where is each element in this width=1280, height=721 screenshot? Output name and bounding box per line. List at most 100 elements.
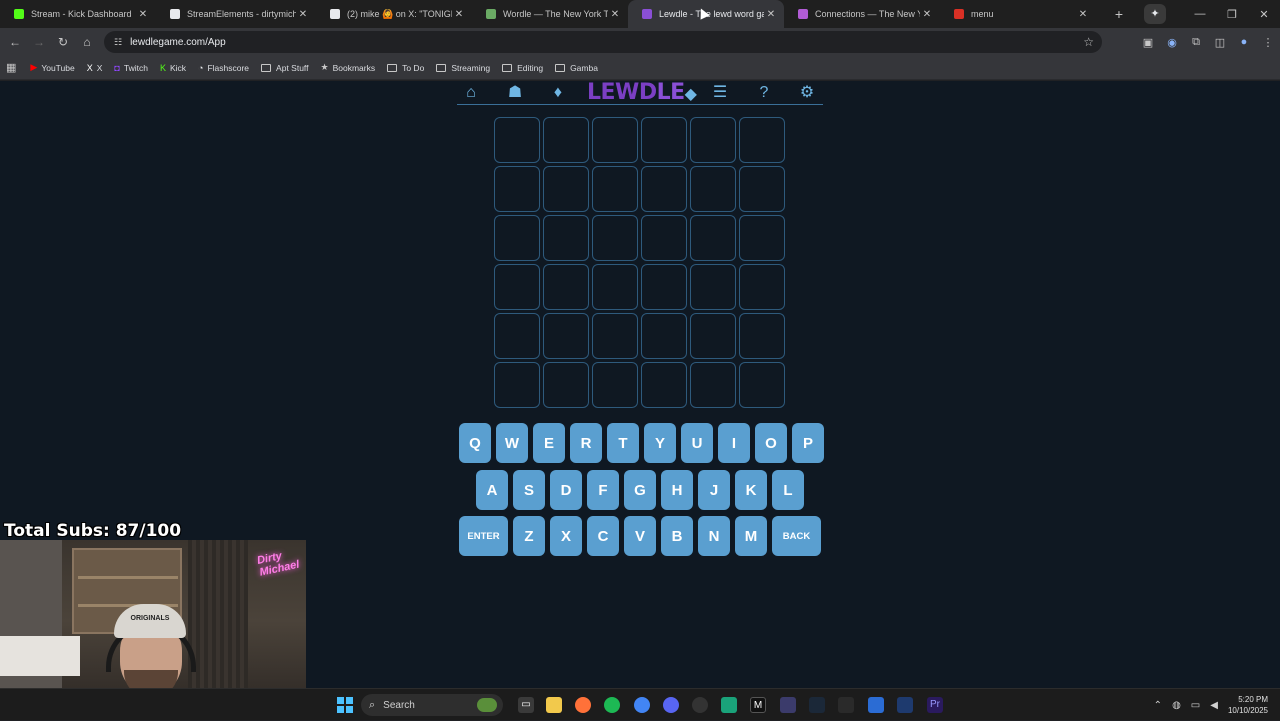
- home-button-icon[interactable]: ⌂: [75, 35, 99, 49]
- bookmark-item[interactable]: Gamba: [555, 63, 598, 73]
- key-x[interactable]: X: [550, 516, 582, 556]
- apps-grid-icon[interactable]: ▦: [6, 61, 16, 74]
- key-b[interactable]: B: [661, 516, 693, 556]
- key-n[interactable]: N: [698, 516, 730, 556]
- browser-tab[interactable]: menu ✕: [940, 0, 1096, 28]
- browser-tab[interactable]: Connections — The New York✕: [784, 0, 940, 28]
- bookmark-item[interactable]: To Do: [387, 63, 424, 73]
- app-icon-m[interactable]: M: [750, 697, 766, 713]
- key-s[interactable]: S: [513, 470, 545, 510]
- key-k[interactable]: K: [735, 470, 767, 510]
- spotify-icon[interactable]: [604, 697, 620, 713]
- home-icon[interactable]: ⌂: [461, 83, 481, 103]
- extension-icon[interactable]: ▣: [1136, 36, 1160, 49]
- epic-games-icon[interactable]: [838, 697, 854, 713]
- discord-icon[interactable]: [663, 697, 679, 713]
- key-enter[interactable]: ENTER: [459, 516, 508, 556]
- app-icon-green[interactable]: [721, 697, 737, 713]
- restore-icon[interactable]: ❐: [1216, 8, 1248, 21]
- window-close-icon[interactable]: ✕: [1248, 8, 1280, 21]
- key-o[interactable]: O: [755, 423, 787, 463]
- taskbar-search[interactable]: ⌕ Search: [361, 694, 503, 716]
- taskbar-clock[interactable]: 5:20 PM 10/10/2025: [1228, 694, 1268, 716]
- media-icon[interactable]: ◉: [1160, 36, 1184, 49]
- bookmark-item[interactable]: ▶ YouTube: [30, 62, 74, 73]
- minimize-icon[interactable]: —: [1184, 8, 1216, 20]
- firefox-icon[interactable]: [575, 697, 591, 713]
- key-a[interactable]: A: [476, 470, 508, 510]
- app-icon-dark[interactable]: [897, 697, 913, 713]
- microphone-icon[interactable]: ◍: [1172, 700, 1181, 711]
- new-tab-plus-icon[interactable]: +: [1106, 6, 1132, 22]
- key-f[interactable]: F: [587, 470, 619, 510]
- hint-bulb-icon[interactable]: ♦: [548, 83, 568, 103]
- bookmark-item[interactable]: ★ Bookmarks: [321, 62, 376, 73]
- tab-close-icon[interactable]: ✕: [452, 9, 466, 20]
- app-icon-controller[interactable]: [780, 697, 796, 713]
- browser-tab[interactable]: Stream - Kick Dashboard ✕: [0, 0, 156, 28]
- browser-tab[interactable]: Wordle — The New York Times✕: [472, 0, 628, 28]
- address-bar[interactable]: ☷ lewdlegame.com/App ☆: [104, 31, 1102, 53]
- network-icon[interactable]: ▭: [1191, 700, 1200, 711]
- url-text[interactable]: lewdlegame.com/App: [130, 37, 226, 48]
- bookmark-item[interactable]: Editing: [502, 63, 543, 73]
- bookmark-item[interactable]: Streaming: [436, 63, 490, 73]
- bookmark-item[interactable]: XX: [87, 63, 103, 73]
- key-m[interactable]: M: [735, 516, 767, 556]
- bookmark-item[interactable]: K Kick: [160, 63, 186, 73]
- extensions-puzzle-icon[interactable]: ⧉: [1184, 36, 1208, 49]
- tab-close-icon[interactable]: ✕: [1076, 9, 1090, 20]
- bookmark-item[interactable]: ◘ Twitch: [114, 63, 148, 73]
- tab-close-icon[interactable]: ✕: [296, 9, 310, 20]
- tab-close-icon[interactable]: ✕: [136, 9, 150, 20]
- ghost-icon[interactable]: ☗: [505, 83, 525, 103]
- browser-tab[interactable]: StreamElements - dirtymichael✕: [156, 0, 316, 28]
- key-v[interactable]: V: [624, 516, 656, 556]
- app-icon-blue[interactable]: [868, 697, 884, 713]
- tab-close-icon[interactable]: ✕: [608, 9, 622, 20]
- steam-icon[interactable]: [809, 697, 825, 713]
- file-explorer-icon[interactable]: [546, 697, 562, 713]
- premiere-pro-icon[interactable]: Pr: [927, 697, 943, 713]
- side-panel-icon[interactable]: ◫: [1208, 36, 1232, 49]
- bookmark-star-icon[interactable]: ☆: [1083, 35, 1094, 49]
- bookmark-item[interactable]: ◔ Flashscore: [198, 63, 249, 73]
- bookmark-item[interactable]: Apt Stuff: [261, 63, 309, 73]
- key-q[interactable]: Q: [459, 423, 491, 463]
- reload-icon[interactable]: ↻: [51, 35, 75, 49]
- key-r[interactable]: R: [570, 423, 602, 463]
- key-t[interactable]: T: [607, 423, 639, 463]
- browser-tab[interactable]: (2) mike 🙆 on X: "TONIGHT A✕: [316, 0, 472, 28]
- windows-start-icon[interactable]: [337, 697, 353, 713]
- settings-icon[interactable]: ⚙: [797, 83, 817, 103]
- key-j[interactable]: J: [698, 470, 730, 510]
- menu-kebab-icon[interactable]: ⋮: [1256, 36, 1280, 49]
- profile-avatar-icon[interactable]: ●: [1232, 36, 1256, 48]
- obs-icon[interactable]: [692, 697, 708, 713]
- volume-icon[interactable]: ◀: [1210, 700, 1218, 711]
- gemini-icon[interactable]: ✦: [1144, 4, 1166, 24]
- tray-overflow-icon[interactable]: ⌃: [1154, 700, 1162, 711]
- key-back[interactable]: BACK: [772, 516, 821, 556]
- task-view-icon[interactable]: ▭: [518, 697, 534, 713]
- key-d[interactable]: D: [550, 470, 582, 510]
- key-c[interactable]: C: [587, 516, 619, 556]
- key-g[interactable]: G: [624, 470, 656, 510]
- key-w[interactable]: W: [496, 423, 528, 463]
- tab-close-icon[interactable]: ✕: [764, 9, 778, 20]
- back-arrow-icon[interactable]: ←: [3, 35, 27, 49]
- forward-arrow-icon[interactable]: →: [27, 35, 51, 49]
- key-e[interactable]: E: [533, 423, 565, 463]
- key-z[interactable]: Z: [513, 516, 545, 556]
- key-p[interactable]: P: [792, 423, 824, 463]
- chrome-icon[interactable]: [634, 697, 650, 713]
- tab-close-icon[interactable]: ✕: [920, 9, 934, 20]
- key-i[interactable]: I: [718, 423, 750, 463]
- key-h[interactable]: H: [661, 470, 693, 510]
- site-info-icon[interactable]: ☷: [114, 37, 122, 48]
- stats-icon[interactable]: ☰: [710, 83, 730, 103]
- help-icon[interactable]: ?: [754, 83, 774, 103]
- key-l[interactable]: L: [772, 470, 804, 510]
- key-u[interactable]: U: [681, 423, 713, 463]
- key-y[interactable]: Y: [644, 423, 676, 463]
